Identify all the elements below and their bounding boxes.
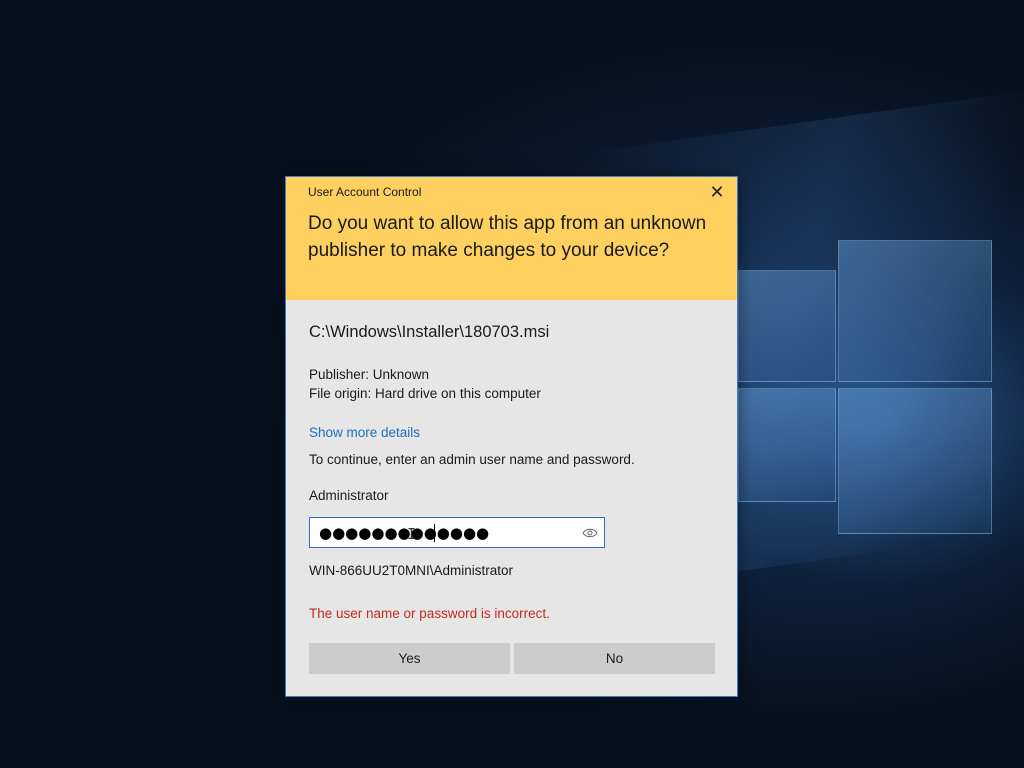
close-icon: ✕ [709,182,725,202]
uac-dialog: User Account Control ✕ Do you want to al… [285,176,738,697]
reveal-password-button[interactable] [580,524,600,542]
instruction-text: To continue, enter an admin user name an… [309,452,635,467]
close-button[interactable]: ✕ [704,181,730,203]
dialog-title: User Account Control [308,185,422,199]
file-origin-text: File origin: Hard drive on this computer [309,386,541,401]
show-more-details-link[interactable]: Show more details [309,425,420,440]
logo-pane-bottom-left [738,388,836,502]
username-label: Administrator [309,488,389,503]
uac-question: Do you want to allow this app from an un… [308,213,707,261]
yes-button[interactable]: Yes [309,643,510,674]
eye-icon [582,528,598,538]
error-message: The user name or password is incorrect. [309,606,550,621]
logo-pane-bottom-right [838,388,992,534]
app-path: C:\Windows\Installer\180703.msi [309,323,550,341]
password-masked-value: ●●●●●●●●●●●●● [319,524,490,542]
ibeam-cursor-icon: I [407,525,417,543]
no-button[interactable]: No [514,643,715,674]
logo-pane-top-right [838,240,992,382]
logo-pane-top-left [738,270,836,382]
publisher-text: Publisher: Unknown [309,367,430,382]
text-caret [434,524,435,542]
password-input[interactable]: ●●●●●●●●●●●●● I [309,517,605,548]
windows-logo [738,240,992,570]
account-name: WIN-866UU2T0MNI\Administrator [309,563,514,578]
dialog-header: User Account Control ✕ Do you want to al… [286,177,737,300]
